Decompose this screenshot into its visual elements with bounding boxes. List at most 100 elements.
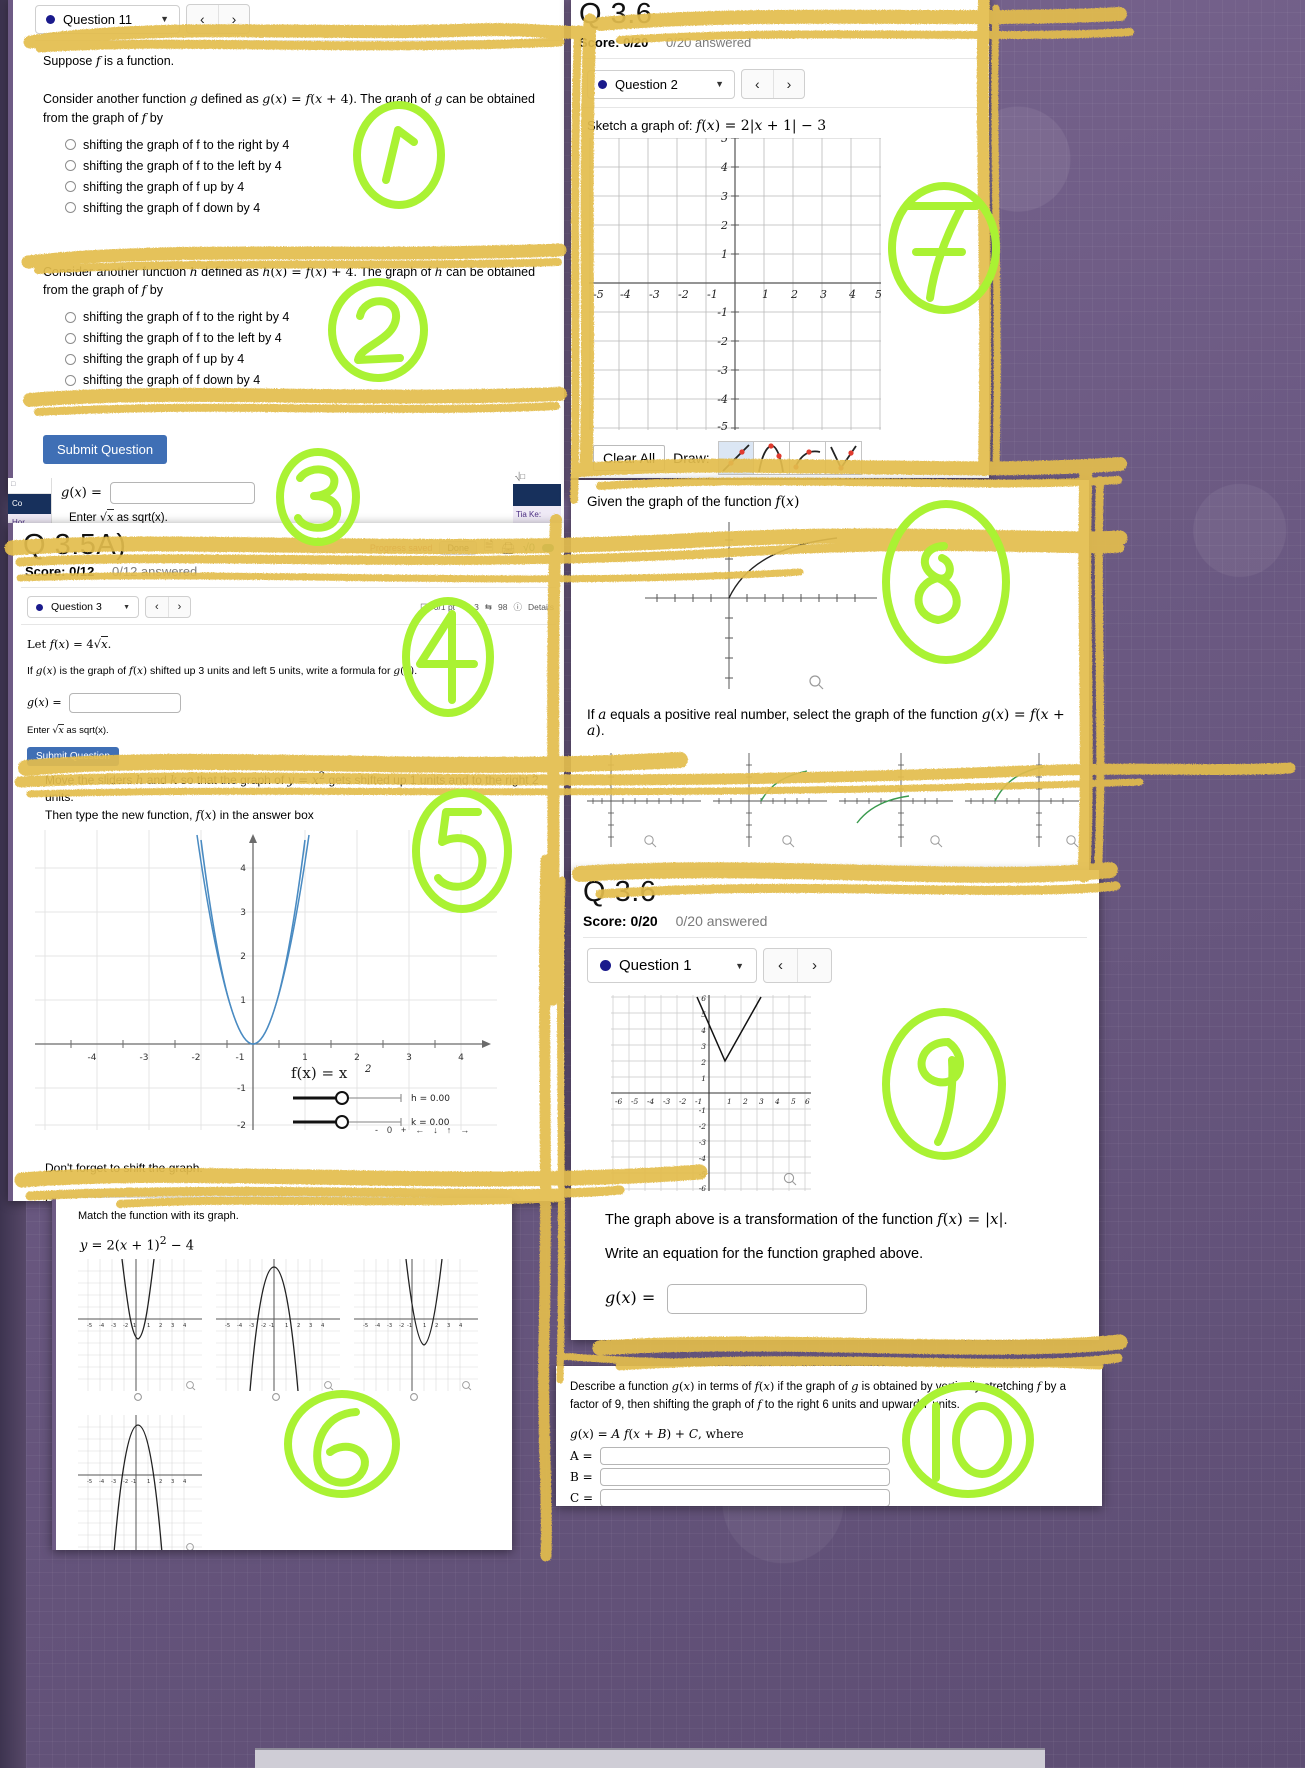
curve-tool-icon[interactable] (789, 441, 826, 475)
option-g-down[interactable]: shifting the graph of f down by 4 (65, 201, 546, 215)
options-h: shifting the graph of f to the right by … (43, 310, 546, 387)
toggle-switch[interactable] (542, 543, 554, 552)
pad-minus-button[interactable]: - (375, 1125, 378, 1135)
match-choice-3[interactable]: -5 -4 -3 -2 -1 1 2 3 4 (354, 1259, 478, 1402)
given-choice-3[interactable] (835, 749, 957, 857)
option-h-up[interactable]: shifting the graph of f up by 4 (65, 352, 546, 366)
magnifier-icon[interactable] (324, 1381, 334, 1391)
svg-text:4: 4 (459, 1323, 463, 1329)
pad-zero-button[interactable]: 0 (387, 1125, 392, 1135)
parabola-tool-icon[interactable] (753, 441, 790, 475)
given-choice-1[interactable] (583, 749, 705, 857)
radio-icon[interactable] (65, 353, 76, 365)
svg-text:3: 3 (721, 190, 728, 203)
next-question-button[interactable]: › (169, 597, 191, 617)
option-h-down[interactable]: shifting the graph of f down by 4 (65, 373, 546, 387)
radio-icon[interactable] (65, 160, 76, 171)
svg-text:-2: -2 (679, 1097, 687, 1106)
option-h-left[interactable]: shifting the graph of f to the left by 4 (65, 331, 546, 345)
next-question-button[interactable]: › (219, 5, 250, 33)
given-graph[interactable] (637, 514, 927, 694)
answer-input[interactable] (110, 482, 256, 504)
sketch-grid[interactable]: 5 4 3 2 1 -1 -2 -3 -4 -5 -5 -4 -3 -2 -1 … (589, 132, 882, 433)
chrome-window-controls[interactable]: ⎷□ (513, 470, 561, 484)
prev-question-button[interactable]: ‹ (764, 949, 798, 982)
radio-icon[interactable] (65, 311, 76, 323)
pad-right-button[interactable]: → (460, 1125, 469, 1135)
given-choice-4[interactable] (961, 749, 1083, 857)
details-label[interactable]: Details (528, 602, 554, 612)
option-g-left[interactable]: shifting the graph of f to the left by 4 (65, 159, 546, 173)
svg-text:4: 4 (240, 864, 246, 874)
option-g-right[interactable]: shifting the graph of f to the right by … (65, 138, 546, 152)
notes-icon[interactable]: 🗎 (484, 537, 494, 558)
magnifier-icon[interactable] (644, 835, 657, 848)
match-choice-4[interactable]: -5 -4 -3 -2 -1 1 2 3 4 (78, 1415, 202, 1550)
question-selector[interactable]: Question 1 ▼ (587, 948, 757, 983)
match-choice-1[interactable]: -5 -4 -3 -2 -1 1 2 3 4 (78, 1259, 202, 1402)
match-choice-2[interactable]: -5 -4 -3 -2 -1 1 2 3 4 (216, 1259, 340, 1402)
answer-input[interactable] (667, 1284, 868, 1314)
radio-icon[interactable] (65, 202, 76, 213)
info-icon[interactable]: ⓘ (514, 601, 523, 613)
question-nav-group[interactable]: ‹ › (763, 948, 832, 983)
svg-text:-6: -6 (615, 1097, 623, 1106)
radio-icon[interactable] (65, 374, 76, 386)
chrome-tab-active-right[interactable] (513, 484, 561, 506)
radio-icon[interactable] (65, 139, 76, 150)
svg-text:3: 3 (309, 1323, 312, 1329)
magnifier-icon[interactable] (1066, 835, 1079, 848)
chrome-tab-active[interactable]: Co (8, 494, 51, 514)
radio-icon[interactable] (65, 181, 76, 192)
option-g-up[interactable]: shifting the graph of f up by 4 (65, 180, 546, 194)
svg-text:-5: -5 (87, 1479, 92, 1485)
submit-question-button[interactable]: Submit Question (27, 747, 119, 766)
points-label: 0/1 pt (433, 602, 456, 612)
absolute-value-tool-icon[interactable] (825, 441, 862, 475)
radio-icon[interactable] (134, 1393, 142, 1402)
field-input-a[interactable] (600, 1446, 890, 1465)
absolute-value-graph[interactable]: -6 -5 -4 -3 -2 -1 123 456 6 5 4 3 2 1 -1 -2 … (611, 994, 811, 1193)
answer-input[interactable] (68, 693, 181, 713)
sqrt-toggle-icon[interactable]: √0 (523, 542, 535, 554)
magnifier-icon[interactable] (783, 1172, 797, 1186)
print-icon[interactable]: 🖨 (501, 541, 516, 555)
question-selector[interactable]: Question 2 ▼ (587, 69, 735, 99)
line-tool-icon[interactable] (717, 441, 754, 475)
magnifier-icon[interactable] (186, 1381, 196, 1391)
submit-question-button[interactable]: Submit Question (43, 435, 168, 464)
radio-icon[interactable] (272, 1393, 280, 1402)
question-nav-group[interactable]: ‹ › (186, 4, 251, 34)
next-question-button[interactable]: › (774, 70, 805, 98)
question-nav-group[interactable]: ‹ › (145, 596, 192, 618)
radio-icon[interactable] (65, 332, 76, 344)
next-question-button[interactable]: › (798, 949, 831, 982)
magnifier-icon[interactable] (930, 835, 943, 848)
magnifier-icon[interactable] (186, 1543, 195, 1550)
question-nav-group[interactable]: ‹ › (741, 69, 806, 99)
prev-question-button[interactable]: ‹ (187, 5, 219, 33)
field-label-a: A = (570, 1448, 593, 1463)
pad-plus-button[interactable]: + (401, 1125, 406, 1135)
field-input-c[interactable] (600, 1488, 890, 1506)
magnifier-icon[interactable] (782, 835, 795, 848)
slider-pad[interactable]: - 0 + ← ↓ ↑ → (375, 1125, 550, 1135)
prev-question-button[interactable]: ‹ (146, 597, 169, 617)
done-button[interactable]: Done (439, 540, 477, 555)
magnifier-icon[interactable] (809, 675, 824, 690)
parabola-graph[interactable]: -4 -3 -2 -1 1 2 3 4 4 3 2 1 -1 -2 f(x) =… (35, 830, 497, 1131)
svg-text:-1: -1 (131, 1323, 136, 1329)
clear-all-button[interactable]: Clear All (593, 445, 666, 471)
score-value: Score: 0/20 (579, 35, 649, 50)
given-choice-2[interactable] (709, 749, 831, 857)
question-selector[interactable]: Question 3 ▼ (27, 596, 139, 618)
pad-left-button[interactable]: ← (415, 1125, 424, 1135)
magnifier-icon[interactable] (462, 1381, 472, 1391)
pad-down-button[interactable]: ↓ (433, 1125, 438, 1135)
option-h-right[interactable]: shifting the graph of f to the right by … (65, 310, 546, 324)
radio-icon[interactable] (410, 1393, 418, 1402)
question-selector[interactable]: Question 11 ▼ (35, 4, 180, 34)
field-input-b[interactable] (600, 1467, 890, 1486)
prev-question-button[interactable]: ‹ (742, 70, 774, 98)
pad-up-button[interactable]: ↑ (447, 1125, 452, 1135)
